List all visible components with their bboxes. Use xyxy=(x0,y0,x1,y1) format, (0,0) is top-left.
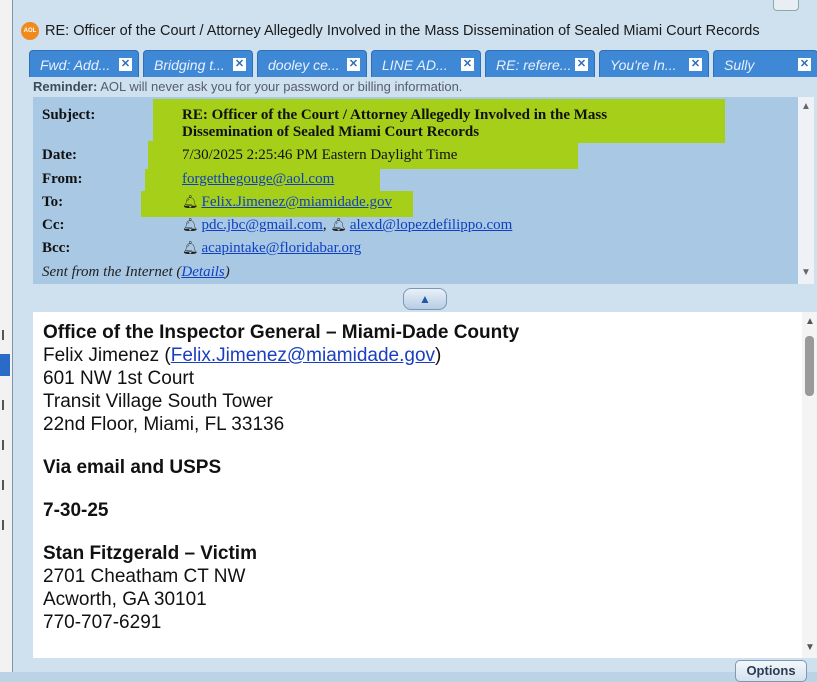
tab-line-ad[interactable]: LINE AD... ✕ xyxy=(371,50,481,77)
body-line: Office of the Inspector General – Miami-… xyxy=(43,322,520,343)
tab-dooley[interactable]: dooley ce... ✕ xyxy=(257,50,367,77)
tab-fwd-add[interactable]: Fwd: Add... ✕ xyxy=(29,50,139,77)
body-line: 7-30-25 xyxy=(43,500,109,521)
bell-icon: 🔔︎ xyxy=(182,194,199,209)
tab-label: LINE AD... xyxy=(382,57,448,73)
body-line: Acworth, GA 30101 xyxy=(43,589,207,610)
body-line: Felix Jimenez (Felix.Jimenez@miamidade.g… xyxy=(43,345,441,367)
date-value: 7/30/2025 2:25:46 PM Eastern Daylight Ti… xyxy=(182,147,458,163)
to-value: 🔔︎ Felix.Jimenez@miamidade.gov xyxy=(182,194,392,211)
tab-re-reference[interactable]: RE: refere... ✕ xyxy=(485,50,595,77)
to-email-link[interactable]: Felix.Jimenez@miamidade.gov xyxy=(202,194,392,210)
bell-icon: 🔔︎ xyxy=(182,240,199,255)
tab-label: dooley ce... xyxy=(268,57,340,73)
close-icon[interactable]: ✕ xyxy=(119,58,132,71)
body-text: Felix Jimenez ( xyxy=(43,345,171,366)
aol-logo-icon: AOL xyxy=(21,22,39,40)
tab-label: Sully xyxy=(724,57,755,73)
cc-email-link[interactable]: pdc.jbc@gmail.com xyxy=(202,217,323,233)
subject-value: RE: Officer of the Court / Attorney Alle… xyxy=(182,107,607,141)
title-bar: AOL RE: Officer of the Court / Attorney … xyxy=(13,12,817,50)
body-line: 2701 Cheatham CT NW xyxy=(43,566,246,587)
reminder-text: AOL will never ask you for your password… xyxy=(97,79,463,94)
background-marker xyxy=(2,480,10,490)
header-scrollbar[interactable]: ▲ ▼ xyxy=(798,97,814,284)
email-window: AOL RE: Officer of the Court / Attorney … xyxy=(12,0,817,682)
collapse-header-button[interactable]: ▲ xyxy=(403,288,447,310)
tab-label: Bridging t... xyxy=(154,57,225,73)
sent-from-internet: Sent from the Internet (Details) xyxy=(42,264,230,281)
cc-label: Cc: xyxy=(42,217,65,233)
subject-line: Dissemination of Sealed Miami Court Reco… xyxy=(182,124,480,140)
body-text: ) xyxy=(435,345,442,366)
scroll-thumb[interactable] xyxy=(805,336,814,396)
scroll-up-icon[interactable]: ▲ xyxy=(801,101,811,112)
reminder-label: Reminder: xyxy=(33,79,98,94)
cc-email-link[interactable]: alexd@lopezdefilippo.com xyxy=(350,217,513,233)
body-line: 770-707-6291 xyxy=(43,612,162,633)
date-label: Date: xyxy=(42,147,77,163)
body-scrollbar[interactable]: ▲ ▼ xyxy=(802,312,817,658)
body-line: Via email and USPS xyxy=(43,457,222,478)
options-button[interactable]: Options xyxy=(735,660,807,682)
body-line: 601 NW 1st Court xyxy=(43,368,194,389)
cc-separator: , xyxy=(322,217,327,233)
tab-sully[interactable]: Sully ✕ xyxy=(713,50,817,77)
from-email-link[interactable]: forgetthegouge@aol.com xyxy=(182,171,334,188)
message-body: Office of the Inspector General – Miami-… xyxy=(33,312,802,658)
body-line: 22nd Floor, Miami, FL 33136 xyxy=(43,414,285,435)
from-label: From: xyxy=(42,171,83,187)
tab-label: You're In... xyxy=(610,57,677,73)
bell-icon: 🔔︎ xyxy=(182,217,199,232)
close-icon[interactable]: ✕ xyxy=(233,58,246,71)
window-control-button[interactable] xyxy=(773,0,799,11)
security-reminder: Reminder: AOL will never ask you for you… xyxy=(33,79,462,94)
background-selected-row xyxy=(0,354,10,376)
message-header: Subject: RE: Officer of the Court / Atto… xyxy=(33,97,798,284)
bcc-email-link[interactable]: acapintake@floridabar.org xyxy=(202,240,362,256)
scroll-down-icon[interactable]: ▼ xyxy=(805,642,815,653)
body-line: Stan Fitzgerald – Victim xyxy=(43,543,257,564)
close-icon[interactable]: ✕ xyxy=(575,58,588,71)
scroll-up-icon[interactable]: ▲ xyxy=(805,316,815,327)
tab-label: Fwd: Add... xyxy=(40,57,111,73)
window-title: RE: Officer of the Court / Attorney Alle… xyxy=(45,23,760,39)
tab-label: RE: refere... xyxy=(496,57,572,73)
bcc-label: Bcc: xyxy=(42,240,71,256)
bottom-bar xyxy=(33,658,817,672)
sent-suffix: ) xyxy=(224,264,230,280)
close-icon[interactable]: ✕ xyxy=(347,58,360,71)
close-icon[interactable]: ✕ xyxy=(689,58,702,71)
body-line: Transit Village South Tower xyxy=(43,391,273,412)
to-label: To: xyxy=(42,194,64,210)
background-marker xyxy=(2,330,10,340)
background-marker xyxy=(2,400,10,410)
subject-label: Subject: xyxy=(42,107,96,123)
scroll-down-icon[interactable]: ▼ xyxy=(801,267,811,278)
close-icon[interactable]: ✕ xyxy=(461,58,474,71)
cc-value: 🔔︎ pdc.jbc@gmail.com, 🔔︎ alexd@lopezdefili… xyxy=(182,217,512,234)
message-tabs: Fwd: Add... ✕ Bridging t... ✕ dooley ce...… xyxy=(29,50,817,78)
tab-youre-in[interactable]: You're In... ✕ xyxy=(599,50,709,77)
bell-icon: 🔔︎ xyxy=(330,217,347,232)
subject-line: RE: Officer of the Court / Attorney Alle… xyxy=(182,107,608,123)
sent-prefix: Sent from the Internet ( xyxy=(42,264,182,280)
bcc-value: 🔔︎ acapintake@floridabar.org xyxy=(182,240,361,257)
body-email-link[interactable]: Felix.Jimenez@miamidade.gov xyxy=(171,345,435,366)
background-marker xyxy=(2,440,10,450)
tab-bridging[interactable]: Bridging t... ✕ xyxy=(143,50,253,77)
background-marker xyxy=(2,520,10,530)
close-icon[interactable]: ✕ xyxy=(798,58,811,71)
details-link[interactable]: Details xyxy=(181,264,224,280)
